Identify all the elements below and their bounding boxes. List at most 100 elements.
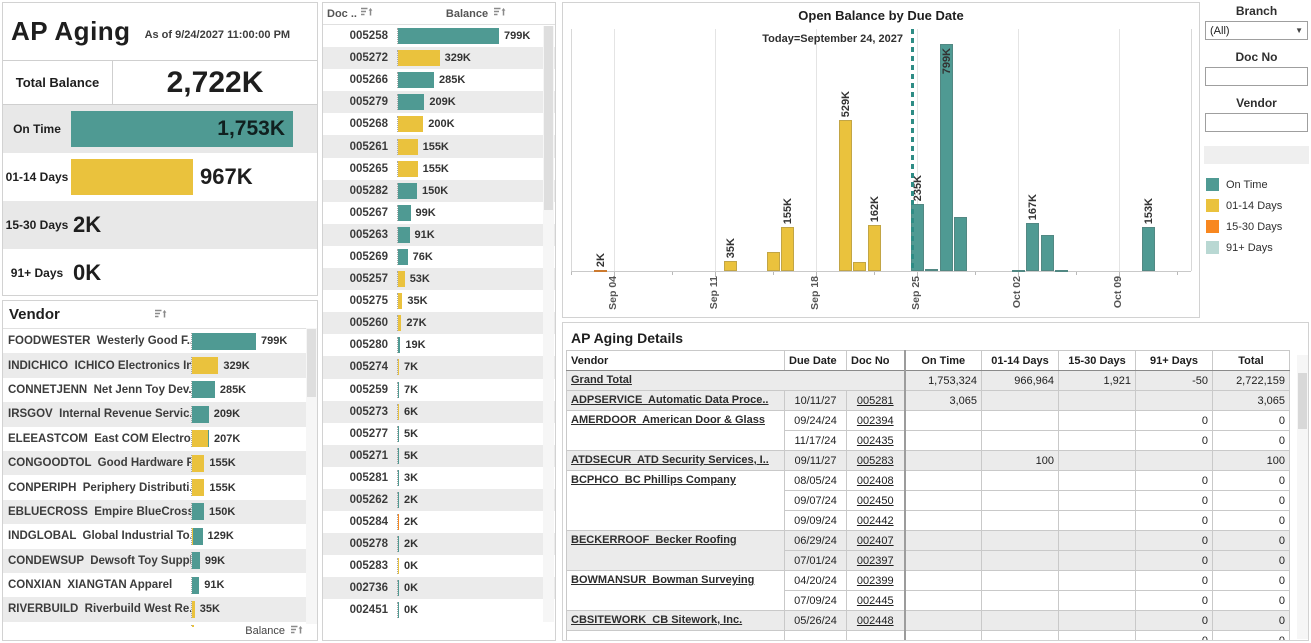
col-header-doc-no[interactable]: Doc No [847,351,905,371]
vendor-row[interactable]: FOODWESTER Westerly Good F..799K [3,329,317,353]
doc-row[interactable]: 0052813K [323,467,555,489]
doc-bar-segment[interactable] [398,293,402,309]
aging-bucket-row[interactable]: On Time1,753K [3,105,317,153]
vendor-scrollbar-thumb[interactable] [307,329,316,397]
doc-no-link[interactable]: 002448 [857,615,894,627]
doc-bar-segment[interactable] [398,227,410,243]
table-row[interactable]: CBSITEWORK CB Sitework, Inc.05/26/240024… [567,611,1290,631]
vendor-bar-segment[interactable] [192,381,215,398]
table-row[interactable]: ATDSECUR ATD Security Services, I..09/11… [567,451,1290,471]
vendor-bar-segment[interactable] [192,479,204,496]
doc-row[interactable]: 0052782K [323,533,555,555]
chart-bar[interactable] [839,120,852,271]
col-header-vendor[interactable]: Vendor [567,351,785,371]
col-header-91plus[interactable]: 91+ Days [1136,351,1213,371]
doc-scrollbar-thumb[interactable] [544,26,553,210]
chart-bar[interactable] [781,227,794,271]
doc-row[interactable]: 005265155K [323,158,555,180]
doc-no-link[interactable]: 002450 [857,495,894,507]
sort-icon[interactable] [494,7,506,20]
aging-bucket-row[interactable]: 91+ Days0K [3,249,317,296]
doc-row[interactable]: 00525753K [323,268,555,290]
doc-bar-segment[interactable] [398,139,418,155]
doc-row[interactable]: 00526027K [323,312,555,334]
doc-bar-segment[interactable] [398,580,399,596]
doc-bar-segment[interactable] [398,404,399,420]
doc-bar-segment[interactable] [398,536,399,552]
doc-bar-segment[interactable] [398,72,434,88]
doc-bar-segment[interactable] [398,249,408,265]
doc-no-input[interactable] [1206,68,1307,85]
vendor-bar-segment[interactable] [192,503,204,520]
table-row[interactable]: Grand Total1,753,324966,9641,921-502,722… [567,371,1290,391]
chart-bar[interactable] [594,270,607,272]
chart-bar[interactable] [1142,227,1155,271]
vendor-row[interactable]: IRSGOV Internal Revenue Servic..209K [3,402,317,426]
chart-bar[interactable] [1055,270,1068,272]
doc-bar-segment[interactable] [398,183,417,199]
doc-row[interactable]: 0052775K [323,423,555,445]
vendor-link[interactable]: ATDSECUR ATD Security Services, I.. [571,454,769,466]
doc-row[interactable]: 0052715K [323,445,555,467]
doc-bar-segment[interactable] [398,426,399,442]
vendor-link[interactable]: CBSITEWORK CB Sitework, Inc. [571,614,742,626]
doc-no-link[interactable]: 002394 [857,415,894,427]
vendor-link[interactable]: BECKERROOF Becker Roofing [571,534,737,546]
vendor-link[interactable]: BCPHCO BC Phillips Company [571,474,736,486]
doc-bar-segment[interactable] [398,492,399,508]
doc-row[interactable]: 0052622K [323,489,555,511]
chart-bar[interactable] [1026,223,1039,271]
vendor-bar-segment[interactable] [192,577,199,594]
col-header-01-14[interactable]: 01-14 Days [982,351,1059,371]
grand-total-link[interactable]: Grand Total [571,374,632,386]
col-header-total[interactable]: Total [1213,351,1290,371]
aging-bucket-bar[interactable] [71,159,193,195]
doc-bar-segment[interactable] [398,28,499,44]
vendor-row[interactable]: CONDEWSUP Dewsoft Toy Supply99K [3,549,317,573]
vendor-bar-segment[interactable] [192,625,194,627]
table-row[interactable]: BECKERROOF Becker Roofing06/29/240024070… [567,531,1290,551]
table-row[interactable]: BCPHCO BC Phillips Company08/05/24002408… [567,471,1290,491]
vendor-row[interactable]: RIVERBUILD Riverbuild West Re..35K [3,597,317,621]
chart-bar[interactable] [1012,270,1025,272]
table-row[interactable]: ADPSERVICE Automatic Data Proce..10/11/2… [567,391,1290,411]
vendor-row[interactable]: ELEEASTCOM East COM Electro..207K [3,427,317,451]
aging-bucket-row[interactable]: 01-14 Days967K [3,153,317,201]
chart-bar[interactable] [767,252,780,271]
doc-row[interactable]: 0052830K [323,555,555,577]
vendor-bar-segment[interactable] [192,406,209,423]
doc-scrollbar-track[interactable] [543,26,554,622]
chart-bar[interactable] [925,269,938,271]
legend-item-d91[interactable]: 91+ Days [1204,237,1309,258]
sort-icon[interactable] [155,306,167,324]
doc-bar-segment[interactable] [398,514,399,530]
doc-bar-segment[interactable] [398,271,405,287]
vendor-row[interactable]: CONXIAN XIANGTAN Apparel91K [3,573,317,597]
vendor-bar-segment[interactable] [192,333,256,350]
doc-row[interactable]: 00526391K [323,224,555,246]
legend-item-d15_30[interactable]: 15-30 Days [1204,216,1309,237]
vendor-bar-segment[interactable] [192,455,204,472]
details-scrollbar-thumb[interactable] [1298,373,1307,429]
doc-row[interactable]: 00527535K [323,290,555,312]
doc-row[interactable]: 00526799K [323,202,555,224]
branch-dropdown[interactable]: (All) ▼ [1205,21,1308,40]
doc-bar-segment[interactable] [398,382,399,398]
vendor-row[interactable]: CONNETJENN Net Jenn Toy Dev..285K [3,378,317,402]
doc-no-link[interactable]: 005283 [857,455,894,467]
vendor-link[interactable]: BOWMANSUR Bowman Surveying [571,574,754,586]
doc-row[interactable]: 005279209K [323,91,555,113]
vendor-row[interactable]: CONGOODTOL Good Hardware P..155K [3,451,317,475]
sort-icon[interactable] [361,7,373,20]
doc-bar-segment[interactable] [398,205,411,221]
vendor-scrollbar-track[interactable] [306,328,317,624]
doc-bar-segment[interactable] [398,602,399,618]
doc-row[interactable]: 00526976K [323,246,555,268]
chart-bar[interactable] [724,261,737,271]
vendor-link[interactable]: ADPSERVICE Automatic Data Proce.. [571,394,768,406]
doc-no-link[interactable]: 002407 [857,535,894,547]
doc-row[interactable]: 005266285K [323,69,555,91]
chart-bar[interactable] [1041,235,1054,271]
vendor-input[interactable] [1206,114,1307,131]
table-row[interactable]: BOWMANSUR Bowman Surveying04/20/24002399… [567,571,1290,591]
